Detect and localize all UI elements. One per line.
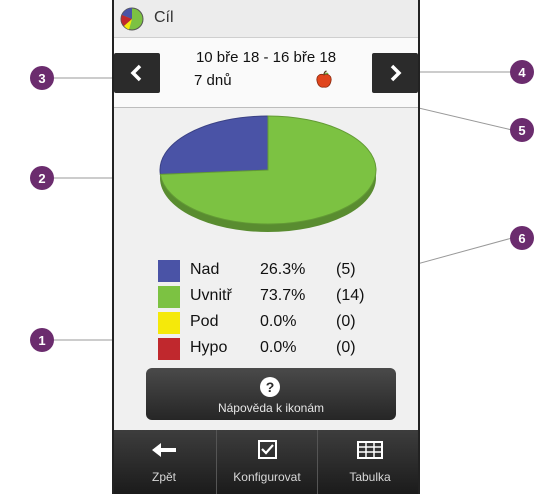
legend-percent: 0.0%	[260, 339, 297, 356]
help-button-label: Nápověda k ikonám	[217, 401, 325, 415]
legend-percent: 73.7%	[260, 287, 306, 304]
next-period-button[interactable]	[372, 53, 418, 93]
legend-label: Uvnitř	[190, 287, 232, 304]
pie-chart	[159, 115, 377, 232]
legend-swatch-hypo	[158, 338, 180, 360]
device-screen: Cíl 10 bře 18 - 16 bře 18 7 dnů Nad 26.3…	[112, 0, 420, 494]
title-bar: Cíl	[114, 0, 418, 38]
svg-text:?: ?	[266, 379, 275, 395]
table-button[interactable]: Tabulka	[318, 430, 418, 494]
legend-row-uvnitr: Uvnitř 73.7% (14)	[158, 284, 398, 310]
callout-marker-5: 5	[510, 118, 534, 142]
configure-button[interactable]: Konfigurovat	[216, 430, 318, 494]
back-button-label: Zpět	[151, 470, 176, 484]
legend-percent: 0.0%	[260, 313, 297, 330]
chevron-right-icon	[390, 64, 402, 82]
date-range-label: 10 bře 18 - 16 bře 18	[195, 49, 337, 66]
legend-label: Hypo	[190, 339, 228, 356]
checkbox-icon	[258, 440, 277, 459]
legend-label: Pod	[190, 313, 219, 330]
page-title: Cíl	[154, 9, 174, 26]
callout-marker-3: 3	[30, 66, 54, 90]
callout-marker-6: 6	[510, 226, 534, 250]
date-range-panel: 10 bře 18 - 16 bře 18 7 dnů	[114, 38, 418, 108]
callout-marker-1: 1	[30, 328, 54, 352]
pie-chart-area	[114, 108, 418, 248]
callout-marker-4: 4	[510, 60, 534, 84]
chevron-left-icon	[130, 64, 142, 82]
arrow-left-icon	[152, 443, 176, 457]
table-button-label: Tabulka	[349, 470, 391, 484]
apple-icon	[316, 70, 332, 88]
legend-percent: 26.3%	[260, 261, 306, 278]
legend-row-nad: Nad 26.3% (5)	[158, 258, 398, 284]
pie-slice-nad	[159, 115, 269, 175]
legend-swatch-pod	[158, 312, 180, 334]
legend-count: (14)	[336, 287, 365, 304]
callout-marker-2: 2	[30, 166, 54, 190]
legend-count: (0)	[336, 339, 356, 356]
previous-period-button[interactable]	[114, 53, 160, 93]
legend-swatch-uvnitr	[158, 286, 180, 308]
back-button[interactable]: Zpět	[114, 430, 214, 494]
legend-row-pod: Pod 0.0% (0)	[158, 310, 398, 336]
icon-help-button[interactable]: ? Nápověda k ikonám	[146, 368, 396, 420]
bottom-toolbar: Zpět Konfigurovat Tabulka	[114, 430, 418, 494]
legend: Nad 26.3% (5) Uvnitř 73.7% (14) Pod 0.0%…	[158, 258, 398, 362]
legend-row-hypo: Hypo 0.0% (0)	[158, 336, 398, 362]
table-icon	[357, 441, 383, 459]
days-count-label: 7 dnů	[194, 72, 232, 89]
legend-swatch-nad	[158, 260, 180, 282]
question-icon: ?	[260, 377, 280, 397]
legend-count: (0)	[336, 313, 356, 330]
target-pie-icon	[120, 7, 144, 31]
configure-button-label: Konfigurovat	[233, 470, 301, 484]
legend-label: Nad	[190, 261, 220, 278]
legend-count: (5)	[336, 261, 356, 278]
